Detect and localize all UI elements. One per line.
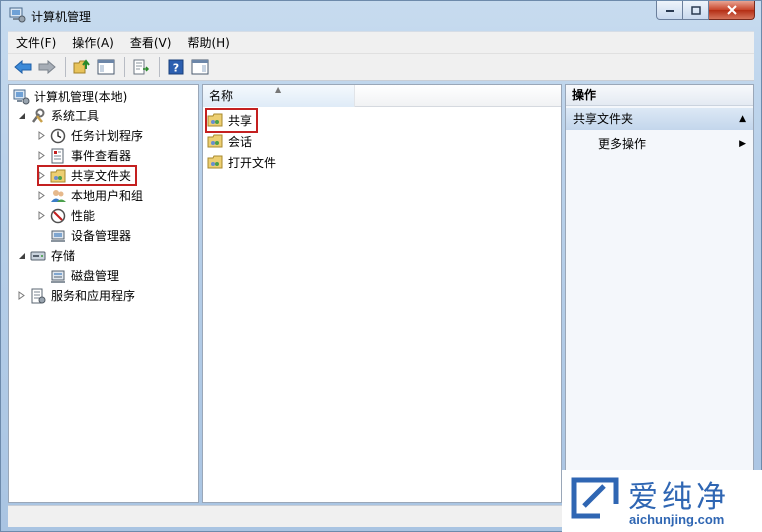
computer-management-icon: [13, 89, 30, 104]
close-icon: [726, 5, 737, 15]
svg-text:?: ?: [173, 62, 179, 75]
export-list-button[interactable]: [130, 56, 152, 78]
users-icon: [51, 189, 66, 202]
tree-label: 服务和应用程序: [51, 289, 136, 303]
clock-icon: [50, 128, 66, 143]
list-item-label: 打开文件: [228, 155, 277, 170]
console-tree-pane: 计算机管理(本地) 系统工具 任务计划程序 事件查看器 共享文件夹 本地用户和组: [8, 84, 199, 503]
actions-section-shared-folders[interactable]: 共享文件夹 ▲: [566, 108, 753, 130]
collapsed-triangle-icon[interactable]: [17, 286, 27, 305]
computer-management-icon: [9, 7, 26, 23]
toolbar-separator: [124, 57, 125, 77]
actions-pane: 操作 共享文件夹 ▲ 更多操作 ▶: [565, 84, 754, 503]
menu-action[interactable]: 操作(A): [64, 32, 122, 54]
expanded-triangle-icon[interactable]: [17, 246, 27, 265]
collapsed-triangle-icon[interactable]: [37, 146, 47, 165]
tree-label: 系统工具: [51, 109, 100, 123]
brand-url: aichunjing.com: [629, 512, 725, 527]
show-hide-action-pane-button[interactable]: [189, 56, 211, 78]
tree-label: 性能: [71, 209, 96, 223]
forward-arrow-icon: [38, 60, 56, 74]
title-bar[interactable]: 计算机管理: [1, 1, 761, 31]
menu-bar: 文件(F) 操作(A) 查看(V) 帮助(H): [8, 31, 754, 53]
maximize-button[interactable]: [683, 1, 709, 20]
menu-file[interactable]: 文件(F): [8, 32, 64, 54]
menu-help[interactable]: 帮助(H): [179, 32, 237, 54]
collapsed-triangle-icon[interactable]: [37, 126, 47, 145]
list-item-sessions[interactable]: 会话: [207, 131, 252, 151]
tree-item-system-tools[interactable]: 系统工具: [17, 106, 99, 125]
tree-label: 事件查看器: [71, 149, 132, 163]
tools-icon: [32, 108, 45, 123]
brand-logo-icon: [571, 477, 620, 520]
performance-icon: [50, 208, 66, 223]
tree-item-task-scheduler[interactable]: 任务计划程序: [37, 126, 143, 145]
toolbar-separator: [159, 57, 160, 77]
help-button[interactable]: ?: [165, 56, 187, 78]
tree-label: 存储: [51, 249, 76, 263]
minimize-icon: [665, 10, 674, 12]
disk-management-icon: [51, 270, 65, 283]
sort-ascending-icon: ▲: [275, 85, 282, 94]
folder-up-icon: [73, 59, 90, 74]
tree-label: 本地用户和组: [71, 189, 144, 203]
list-header: 名称 ▲: [203, 85, 561, 107]
collapsed-triangle-icon[interactable]: [37, 186, 47, 205]
console-tree-icon: [97, 59, 115, 75]
services-icon: [31, 288, 46, 303]
highlight-box-shared-folders: [37, 165, 137, 186]
watermark: 爱纯净 aichunjing.com: [562, 470, 762, 532]
list-item-open-files[interactable]: 打开文件: [207, 152, 276, 172]
list-item-label: 会话: [228, 134, 253, 149]
results-pane: 名称 ▲ 共享 会话 打开文件: [202, 84, 562, 503]
minimize-button[interactable]: [656, 1, 683, 20]
tree-label: 设备管理器: [71, 229, 132, 243]
forward-button[interactable]: [36, 56, 58, 78]
show-hide-console-tree-button[interactable]: [95, 56, 117, 78]
tree-item-disk-management[interactable]: 磁盘管理: [50, 266, 119, 285]
maximize-icon: [690, 5, 701, 15]
expanded-triangle-icon[interactable]: [17, 106, 27, 125]
toolbar: ?: [8, 53, 754, 81]
tree-item-services-apps[interactable]: 服务和应用程序: [17, 286, 135, 305]
tree-item-root[interactable]: 计算机管理(本地): [13, 87, 127, 106]
brand-name: 爱纯净: [628, 480, 730, 515]
tree-item-local-users-groups[interactable]: 本地用户和组: [37, 186, 143, 205]
computer-management-window: 计算机管理 文件(F) 操作(A) 查看(V) 帮助(H) ? 计算机管理(本地…: [0, 0, 762, 532]
event-viewer-icon: [51, 148, 64, 163]
toolbar-separator: [65, 57, 66, 77]
close-button[interactable]: [709, 1, 755, 20]
tree-label: 磁盘管理: [71, 269, 120, 283]
actions-section-label: 共享文件夹: [573, 112, 634, 126]
tree-item-storage[interactable]: 存储: [17, 246, 75, 265]
window-title: 计算机管理: [31, 10, 92, 24]
device-manager-icon: [51, 230, 65, 242]
tree-item-event-viewer[interactable]: 事件查看器: [37, 146, 131, 165]
actions-header: 操作: [566, 85, 753, 106]
action-pane-icon: [191, 59, 209, 75]
storage-icon: [30, 251, 46, 260]
more-actions-label: 更多操作: [598, 137, 647, 151]
menu-view[interactable]: 查看(V): [122, 32, 180, 54]
back-button[interactable]: [12, 56, 34, 78]
tree-item-performance[interactable]: 性能: [37, 206, 95, 225]
collapsed-triangle-icon[interactable]: [37, 206, 47, 225]
up-level-button[interactable]: [71, 56, 93, 78]
column-header-label: 名称: [209, 89, 234, 103]
help-icon: ?: [168, 59, 184, 75]
back-arrow-icon: [14, 60, 32, 74]
tree-label: 任务计划程序: [71, 129, 144, 143]
shared-folder-icon: [207, 155, 223, 169]
collapse-up-icon[interactable]: ▲: [739, 108, 746, 130]
tree-label: 计算机管理(本地): [34, 90, 128, 104]
export-list-icon: [133, 59, 150, 75]
shared-folder-icon: [207, 134, 223, 148]
caption-buttons: [656, 1, 755, 21]
highlight-box-shares: [205, 108, 258, 133]
submenu-arrow-icon: ▶: [739, 139, 746, 149]
more-actions-item[interactable]: 更多操作 ▶: [598, 134, 753, 154]
tree-item-device-manager[interactable]: 设备管理器: [50, 226, 131, 245]
